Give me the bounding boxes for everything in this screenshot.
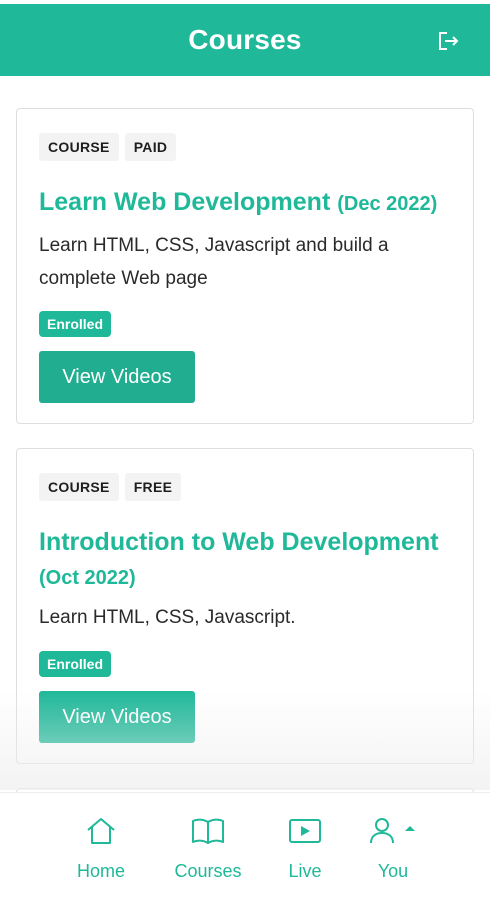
header-bar: Courses — [0, 4, 490, 76]
home-icon — [87, 818, 115, 844]
type-tag: COURSE — [39, 133, 119, 161]
logout-icon — [439, 32, 459, 50]
page-title: Courses — [188, 24, 302, 55]
caret-up-icon — [405, 826, 415, 831]
status-badge: Enrolled — [39, 651, 112, 677]
bottom-nav: Home Courses Live You — [0, 792, 490, 900]
logout-button[interactable] — [436, 28, 462, 54]
course-title[interactable]: Learn Web Development (Dec 2022) — [39, 185, 457, 221]
nav-label-live: Live — [288, 861, 322, 881]
nav-label-you: You — [377, 861, 409, 881]
course-title-text: Learn Web Development — [39, 188, 331, 216]
nav-item-live[interactable]: Live — [260, 815, 350, 882]
nav-item-courses[interactable]: Courses — [163, 815, 253, 882]
course-date: (Oct 2022) — [39, 567, 136, 589]
nav-label-home: Home — [76, 861, 125, 881]
price-tag: FREE — [124, 473, 182, 501]
course-tags: COURSE FREE — [39, 473, 182, 501]
course-tags: COURSE PAID — [39, 133, 177, 161]
user-icon — [370, 818, 394, 844]
view-videos-button[interactable]: View Videos — [39, 691, 195, 743]
course-description: Learn HTML, CSS, Javascript. — [39, 607, 296, 628]
course-title-text: Introduction to Web Development — [39, 528, 439, 556]
course-title[interactable]: Introduction to Web Development (Oct 202… — [39, 525, 457, 595]
course-card: COURSE PAID Learn Web Development (Dec 2… — [16, 108, 474, 424]
price-tag: PAID — [124, 133, 177, 161]
course-list[interactable]: COURSE PAID Learn Web Development (Dec 2… — [0, 76, 490, 792]
course-card: COURSE FREE Introduction to Web Developm… — [16, 448, 474, 764]
type-tag: COURSE — [39, 473, 119, 501]
nav-label-courses: Courses — [174, 861, 242, 881]
status-badge: Enrolled — [39, 311, 112, 337]
book-icon — [192, 818, 224, 844]
course-date: (Dec 2022) — [337, 193, 438, 215]
play-icon — [289, 819, 321, 843]
app-screen: Courses COURSE PAID Learn Web Developmen… — [0, 0, 490, 900]
view-videos-button[interactable]: View Videos — [39, 351, 195, 403]
nav-item-you[interactable]: You — [348, 815, 438, 882]
nav-item-home[interactable]: Home — [56, 815, 146, 882]
course-description: Learn HTML, CSS, Javascript and build a … — [39, 235, 389, 289]
